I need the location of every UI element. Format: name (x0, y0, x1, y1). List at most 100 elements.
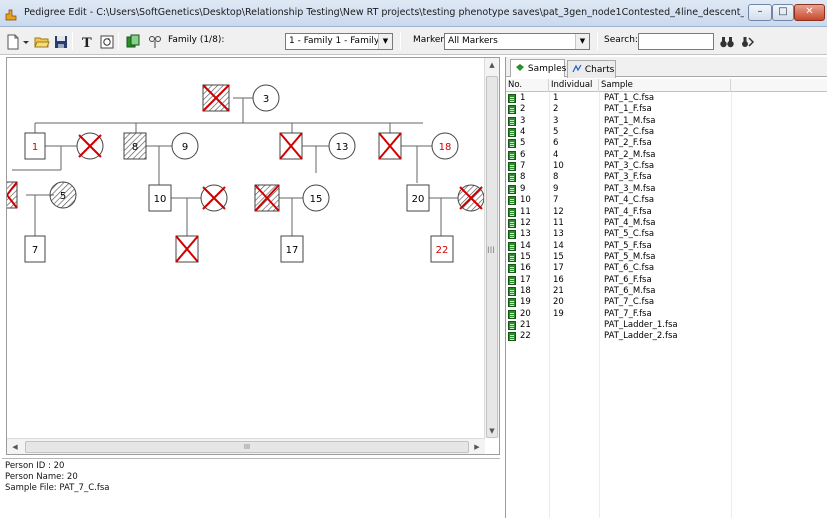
table-row[interactable]: 20 19 PAT_7_F.fsa (506, 309, 827, 320)
title-bar: Pedigree Edit - C:\Users\SoftGenetics\De… (0, 0, 827, 27)
cell-individual: 6 (553, 138, 559, 149)
person-14-male[interactable] (254, 184, 280, 212)
open-folder-icon[interactable] (33, 33, 50, 49)
fsa-file-icon (508, 196, 516, 206)
marker-select[interactable]: All Markers ▼ (444, 33, 590, 50)
cell-sample: PAT_3_M.fsa (604, 183, 656, 194)
find-next-icon[interactable] (738, 33, 755, 49)
scroll-up-icon[interactable]: ▲ (485, 58, 499, 72)
link-icon[interactable] (146, 33, 162, 49)
fsa-file-icon (508, 173, 516, 183)
fsa-file-icon (508, 309, 516, 319)
minimize-button[interactable]: – (748, 4, 772, 21)
person-8-male[interactable]: 8 (123, 132, 147, 160)
cell-individual: 1 (553, 93, 559, 103)
table-row[interactable]: 4 5 PAT_2_C.fsa (506, 127, 827, 138)
person-3-female[interactable]: 3 (252, 84, 280, 112)
cell-individual: 3 (553, 115, 559, 126)
table-row[interactable]: 3 3 PAT_1_M.fsa (506, 116, 827, 127)
family-select[interactable]: 1 - Family 1 - Family1 ▼ (285, 33, 393, 50)
binoculars-icon[interactable] (718, 33, 734, 49)
person-offscreen-male[interactable] (7, 181, 18, 209)
resize-grip[interactable]: III (487, 246, 495, 256)
person-21-female[interactable] (457, 184, 485, 212)
search-input[interactable] (638, 33, 714, 50)
new-icon[interactable] (4, 33, 20, 50)
table-row[interactable]: 16 17 PAT_6_C.fsa (506, 263, 827, 274)
horizontal-scrollbar[interactable]: ◀ III ▶ (7, 438, 485, 454)
save-icon[interactable] (52, 33, 68, 49)
samples-icon[interactable] (124, 33, 140, 49)
person-15-female[interactable]: 15 (302, 184, 330, 212)
table-row[interactable]: 1 1 PAT_1_C.fsa (506, 93, 827, 104)
pedigree-diagram[interactable]: 3 1 8 9 13 18 5 10 15 20 7 17 22 (7, 58, 487, 438)
table-row[interactable]: 21 PAT_Ladder_1.fsa (506, 320, 827, 331)
fsa-file-icon (508, 116, 516, 126)
table-row[interactable]: 5 6 PAT_2_F.fsa (506, 138, 827, 149)
cell-sample: PAT_6_F.fsa (604, 274, 652, 285)
table-row[interactable]: 14 14 PAT_5_F.fsa (506, 241, 827, 252)
person-label: 22 (436, 245, 449, 256)
person-label: 9 (182, 142, 188, 153)
person-5-female[interactable]: 5 (49, 181, 77, 209)
table-row[interactable]: 6 4 PAT_2_M.fsa (506, 150, 827, 161)
col-individual[interactable]: Individual (549, 79, 599, 92)
person-label: 10 (154, 194, 167, 205)
table-row[interactable]: 17 16 PAT_6_F.fsa (506, 275, 827, 286)
tab-samples[interactable]: Samples (510, 59, 566, 77)
table-row[interactable]: 19 20 PAT_7_C.fsa (506, 297, 827, 308)
maximize-button[interactable]: □ (772, 4, 794, 21)
person-18-female[interactable]: 18 (431, 132, 459, 160)
table-row[interactable]: 10 7 PAT_4_C.fsa (506, 195, 827, 206)
cell-sample: PAT_5_F.fsa (604, 240, 652, 251)
table-row[interactable]: 8 8 PAT_3_F.fsa (506, 172, 827, 183)
cell-sample: PAT_5_C.fsa (604, 229, 655, 240)
person-10-male[interactable]: 10 (148, 184, 172, 212)
table-row[interactable]: 11 12 PAT_4_F.fsa (506, 207, 827, 218)
table-row[interactable]: 12 11 PAT_4_M.fsa (506, 218, 827, 229)
hscroll-thumb[interactable]: III (25, 441, 469, 453)
person-affected-male[interactable] (175, 235, 199, 263)
table-row[interactable]: 7 10 PAT_3_C.fsa (506, 161, 827, 172)
text-icon[interactable]: T (78, 33, 94, 51)
person-9-female[interactable]: 9 (171, 132, 199, 160)
scroll-left-icon[interactable]: ◀ (8, 440, 22, 454)
person-16-male[interactable] (378, 132, 402, 160)
svg-text:T: T (82, 36, 92, 50)
person-12-male[interactable] (279, 132, 303, 160)
col-sample[interactable]: Sample (599, 79, 731, 92)
col-no[interactable]: No. (506, 79, 549, 92)
person-2-female[interactable] (76, 132, 104, 160)
scroll-down-icon[interactable]: ▼ (485, 424, 499, 438)
table-row[interactable]: 18 21 PAT_6_M.fsa (506, 286, 827, 297)
chevron-down-icon: ▼ (378, 34, 392, 49)
fsa-file-icon (508, 230, 516, 240)
person-11-female[interactable] (200, 184, 228, 212)
cell-no: 12 (520, 217, 531, 228)
cell-no: 6 (520, 149, 526, 160)
pedigree-canvas[interactable]: 3 1 8 9 13 18 5 10 15 20 7 17 22 ▲ ▼ III… (6, 57, 500, 455)
fsa-file-icon (508, 139, 516, 149)
refresh-icon[interactable] (98, 33, 114, 49)
close-button[interactable]: ✕ (794, 4, 825, 21)
cell-sample: PAT_6_M.fsa (604, 285, 656, 296)
dropdown-arrow-icon[interactable] (20, 33, 30, 49)
person-17-male[interactable]: 17 (280, 235, 304, 263)
table-row[interactable]: 2 2 PAT_1_F.fsa (506, 104, 827, 115)
table-row[interactable]: 9 9 PAT_3_M.fsa (506, 184, 827, 195)
person-7-male[interactable]: 7 (24, 235, 46, 263)
cell-no: 11 (520, 206, 531, 217)
fsa-file-icon (508, 275, 516, 285)
person-4-male[interactable] (202, 84, 230, 112)
person-20-male[interactable]: 20 (406, 184, 430, 212)
person-13-female[interactable]: 13 (328, 132, 356, 160)
table-row[interactable]: 13 13 PAT_5_C.fsa (506, 229, 827, 240)
person-1-male[interactable]: 1 (24, 132, 46, 160)
scroll-right-icon[interactable]: ▶ (470, 440, 484, 454)
tab-charts[interactable]: Charts (567, 60, 616, 78)
scroll-thumb[interactable] (486, 76, 498, 438)
person-22-male[interactable]: 22 (430, 235, 454, 263)
table-row[interactable]: 22 PAT_Ladder_2.fsa (506, 331, 827, 342)
table-row[interactable]: 15 15 PAT_5_M.fsa (506, 252, 827, 263)
cell-no: 19 (520, 297, 531, 308)
